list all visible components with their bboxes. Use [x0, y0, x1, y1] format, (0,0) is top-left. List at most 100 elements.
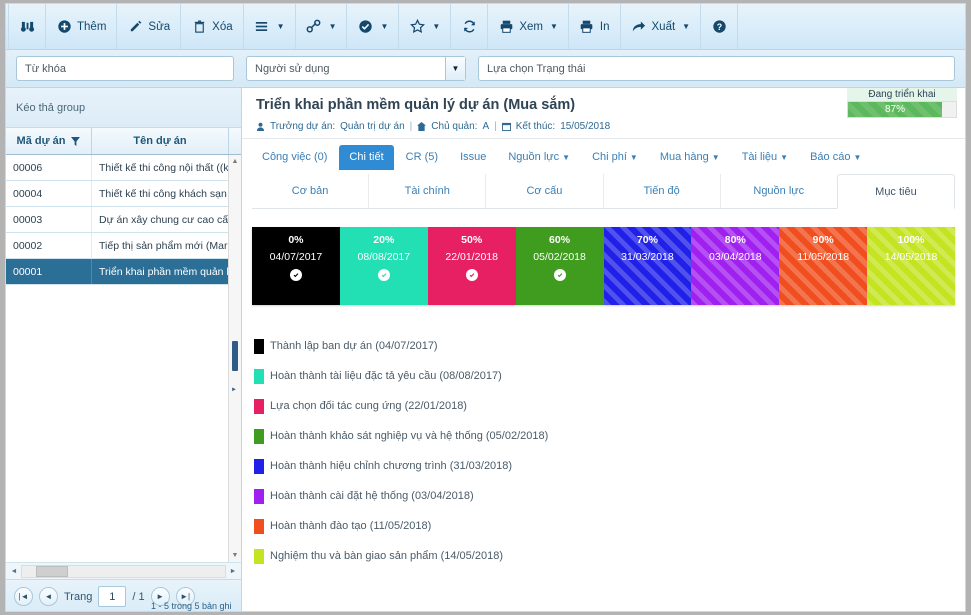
manager-value: Quản trị dự án [340, 121, 405, 132]
chevron-down-icon[interactable]: ▼ [682, 22, 690, 31]
chevron-down-icon[interactable]: ▼ [780, 153, 788, 162]
subtab-c-b-n[interactable]: Cơ bản [252, 174, 368, 208]
subtab-t-i-ch-nh[interactable]: Tài chính [368, 174, 485, 208]
hscroll-track[interactable] [21, 564, 226, 578]
toolbar-button-in[interactable]: In [569, 4, 621, 49]
page-number-input[interactable]: 1 [98, 586, 127, 607]
table-row[interactable]: 00002 Tiếp thị sản phẩm mới (Marketing) [6, 233, 241, 259]
legend-swatch [254, 338, 264, 354]
subtab-label: Nguồn lực [753, 185, 805, 197]
legend-swatch [254, 458, 264, 474]
legend-label: Hoàn thành khảo sát nghiệp vụ và hệ thốn… [270, 430, 549, 442]
legend-item: Hoàn thành cài đặt hệ thống (03/04/2018) [254, 481, 955, 511]
prev-page-button[interactable]: ◄ [39, 587, 58, 606]
subtab-c-c-u[interactable]: Cơ cấu [485, 174, 602, 208]
toolbar-button-binoculars[interactable] [8, 4, 46, 49]
tab-label: Chi tiết [349, 151, 384, 163]
group-drop-zone[interactable]: Kéo thả group [6, 88, 241, 128]
milestone-block[interactable]: 60% 05/02/2018 [515, 227, 604, 305]
chevron-down-icon[interactable]: ▼ [329, 22, 337, 31]
milestone-block[interactable]: 90% 11/05/2018 [779, 227, 868, 305]
subtab-label: Tiến độ [643, 185, 680, 197]
toolbar-button-xem[interactable]: Xem ▼ [488, 4, 569, 49]
tab-b-o-c-o[interactable]: Báo cáo ▼ [800, 145, 871, 170]
legend-item: Hoàn thành tài liệu đặc tả yêu cầu (08/0… [254, 361, 955, 391]
tab-mua-h-ng[interactable]: Mua hàng ▼ [650, 145, 730, 170]
milestone-block[interactable]: 70% 31/03/2018 [603, 227, 692, 305]
legend-label: Hoàn thành hiệu chỉnh chương trình (31/0… [270, 460, 513, 472]
progress-value: 87% [884, 104, 905, 115]
status-select[interactable]: Lựa chọn Trạng thái [478, 56, 955, 81]
milestone-block[interactable]: 80% 03/04/2018 [691, 227, 780, 305]
status-select-text: Lựa chọn Trạng thái [487, 62, 586, 75]
binoculars-icon [19, 19, 35, 35]
chevron-down-icon[interactable]: ▼ [550, 22, 558, 31]
page-label: Trang [64, 590, 93, 603]
scroll-left-icon[interactable]: ◄ [7, 568, 21, 575]
user-select[interactable]: Người sử dụng ▼ [246, 56, 466, 81]
main-toolbar: Thêm Sửa Xóa ▼ ▼ ▼ ▼ Xem ▼ In Xuất ▼? [6, 4, 965, 50]
scroll-down-icon[interactable]: ▼ [229, 549, 241, 562]
tab-chi-ph[interactable]: Chi phí ▼ [582, 145, 648, 170]
toolbar-button-list[interactable]: ▼ [244, 4, 296, 49]
milestone-block[interactable]: 100% 14/05/2018 [867, 227, 955, 305]
milestone-block[interactable]: 20% 08/08/2017 [339, 227, 428, 305]
progress-bar: 87% [848, 102, 942, 117]
tab-label: Tài liệu [741, 151, 778, 163]
first-page-button[interactable]: |◄ [14, 587, 33, 606]
project-list-scrollbar[interactable]: ▲ ◄ ► ▼ [228, 155, 241, 562]
subtab-ti-n[interactable]: Tiến độ [602, 174, 720, 208]
tab-cr-5[interactable]: CR (5) [396, 145, 448, 170]
chevron-down-icon[interactable]: ▼ [380, 22, 388, 31]
legend-swatch [254, 368, 264, 384]
legend-swatch [254, 428, 264, 444]
toolbar-button-star[interactable]: ▼ [399, 4, 452, 49]
tab-ngu-n-l-c[interactable]: Nguồn lực ▼ [498, 145, 580, 170]
chevron-down-icon[interactable]: ▼ [630, 153, 638, 162]
toolbar-button-xuất[interactable]: Xuất ▼ [621, 4, 702, 49]
toolbar-button-refresh[interactable] [451, 4, 489, 49]
toolbar-button-sửa[interactable]: Sửa [117, 4, 182, 49]
subtab-m-c-ti-u[interactable]: Mục tiêu [836, 174, 956, 209]
filter-icon[interactable] [71, 136, 81, 146]
column-header-name[interactable]: Tên dự án [92, 128, 229, 154]
toolbar-button-help-circle[interactable]: ? [701, 4, 739, 49]
toolbar-button-label: Sửa [148, 20, 171, 33]
milestone-date: 11/05/2018 [797, 251, 850, 263]
toolbar-button-thêm[interactable]: Thêm [46, 4, 118, 49]
project-list-panel: Kéo thả group Mã dự án Tên dự án 00006 Th… [6, 88, 242, 611]
chevron-down-icon[interactable]: ▼ [277, 22, 285, 31]
chevron-down-icon[interactable]: ▼ [432, 22, 440, 31]
scrollbar-thumb[interactable] [232, 341, 238, 371]
tab-t-i-li-u[interactable]: Tài liệu ▼ [732, 145, 798, 170]
legend-label: Thành lập ban dự án (04/07/2017) [270, 340, 438, 352]
status-badge: Đang triển khai [847, 88, 957, 101]
table-row[interactable]: 00003 Dự án xây chung cư cao cấp A (Xây d [6, 207, 241, 233]
milestone-block[interactable]: 0% 04/07/2017 [252, 227, 340, 305]
toolbar-button-check-circle[interactable]: ▼ [347, 4, 400, 49]
scroll-right-icon[interactable]: ► [226, 568, 240, 575]
link-icon [306, 19, 322, 35]
scroll-up-icon[interactable]: ▲ [229, 155, 241, 168]
chevron-down-icon[interactable]: ▼ [562, 153, 570, 162]
horizontal-scrollbar[interactable]: ◄ ► [6, 562, 241, 579]
tab-c-ng-vi-c-0[interactable]: Công việc (0) [252, 145, 337, 170]
table-row[interactable]: 00006 Thiết kế thi công nội thất ((kiến t… [6, 155, 241, 181]
chevron-down-icon[interactable]: ▼ [712, 153, 720, 162]
milestone-date: 08/08/2017 [357, 251, 411, 263]
milestone-block[interactable]: 50% 22/01/2018 [427, 227, 516, 305]
chevron-down-icon[interactable]: ▼ [445, 57, 465, 80]
project-header: Triển khai phần mềm quản lý dự án (Mua s… [242, 88, 965, 139]
chevron-down-icon[interactable]: ▼ [853, 153, 861, 162]
table-row[interactable]: 00001 Triển khai phần mềm quản lý dự án (… [6, 259, 241, 285]
toolbar-button-xóa[interactable]: Xóa [181, 4, 244, 49]
subtab-ngu-n-l-c[interactable]: Nguồn lực [719, 174, 837, 208]
hscroll-thumb[interactable] [36, 565, 68, 577]
keyword-input[interactable]: Từ khóa [16, 56, 234, 81]
table-row[interactable]: 00004 Thiết kế thi công khách sạn B (Xây … [6, 181, 241, 207]
toolbar-button-link[interactable]: ▼ [296, 4, 348, 49]
tab-chi-ti-t[interactable]: Chi tiết [339, 145, 394, 170]
legend-label: Hoàn thành cài đặt hệ thống (03/04/2018) [270, 490, 474, 502]
column-header-code[interactable]: Mã dự án [6, 128, 92, 154]
tab-issue[interactable]: Issue [450, 145, 496, 170]
